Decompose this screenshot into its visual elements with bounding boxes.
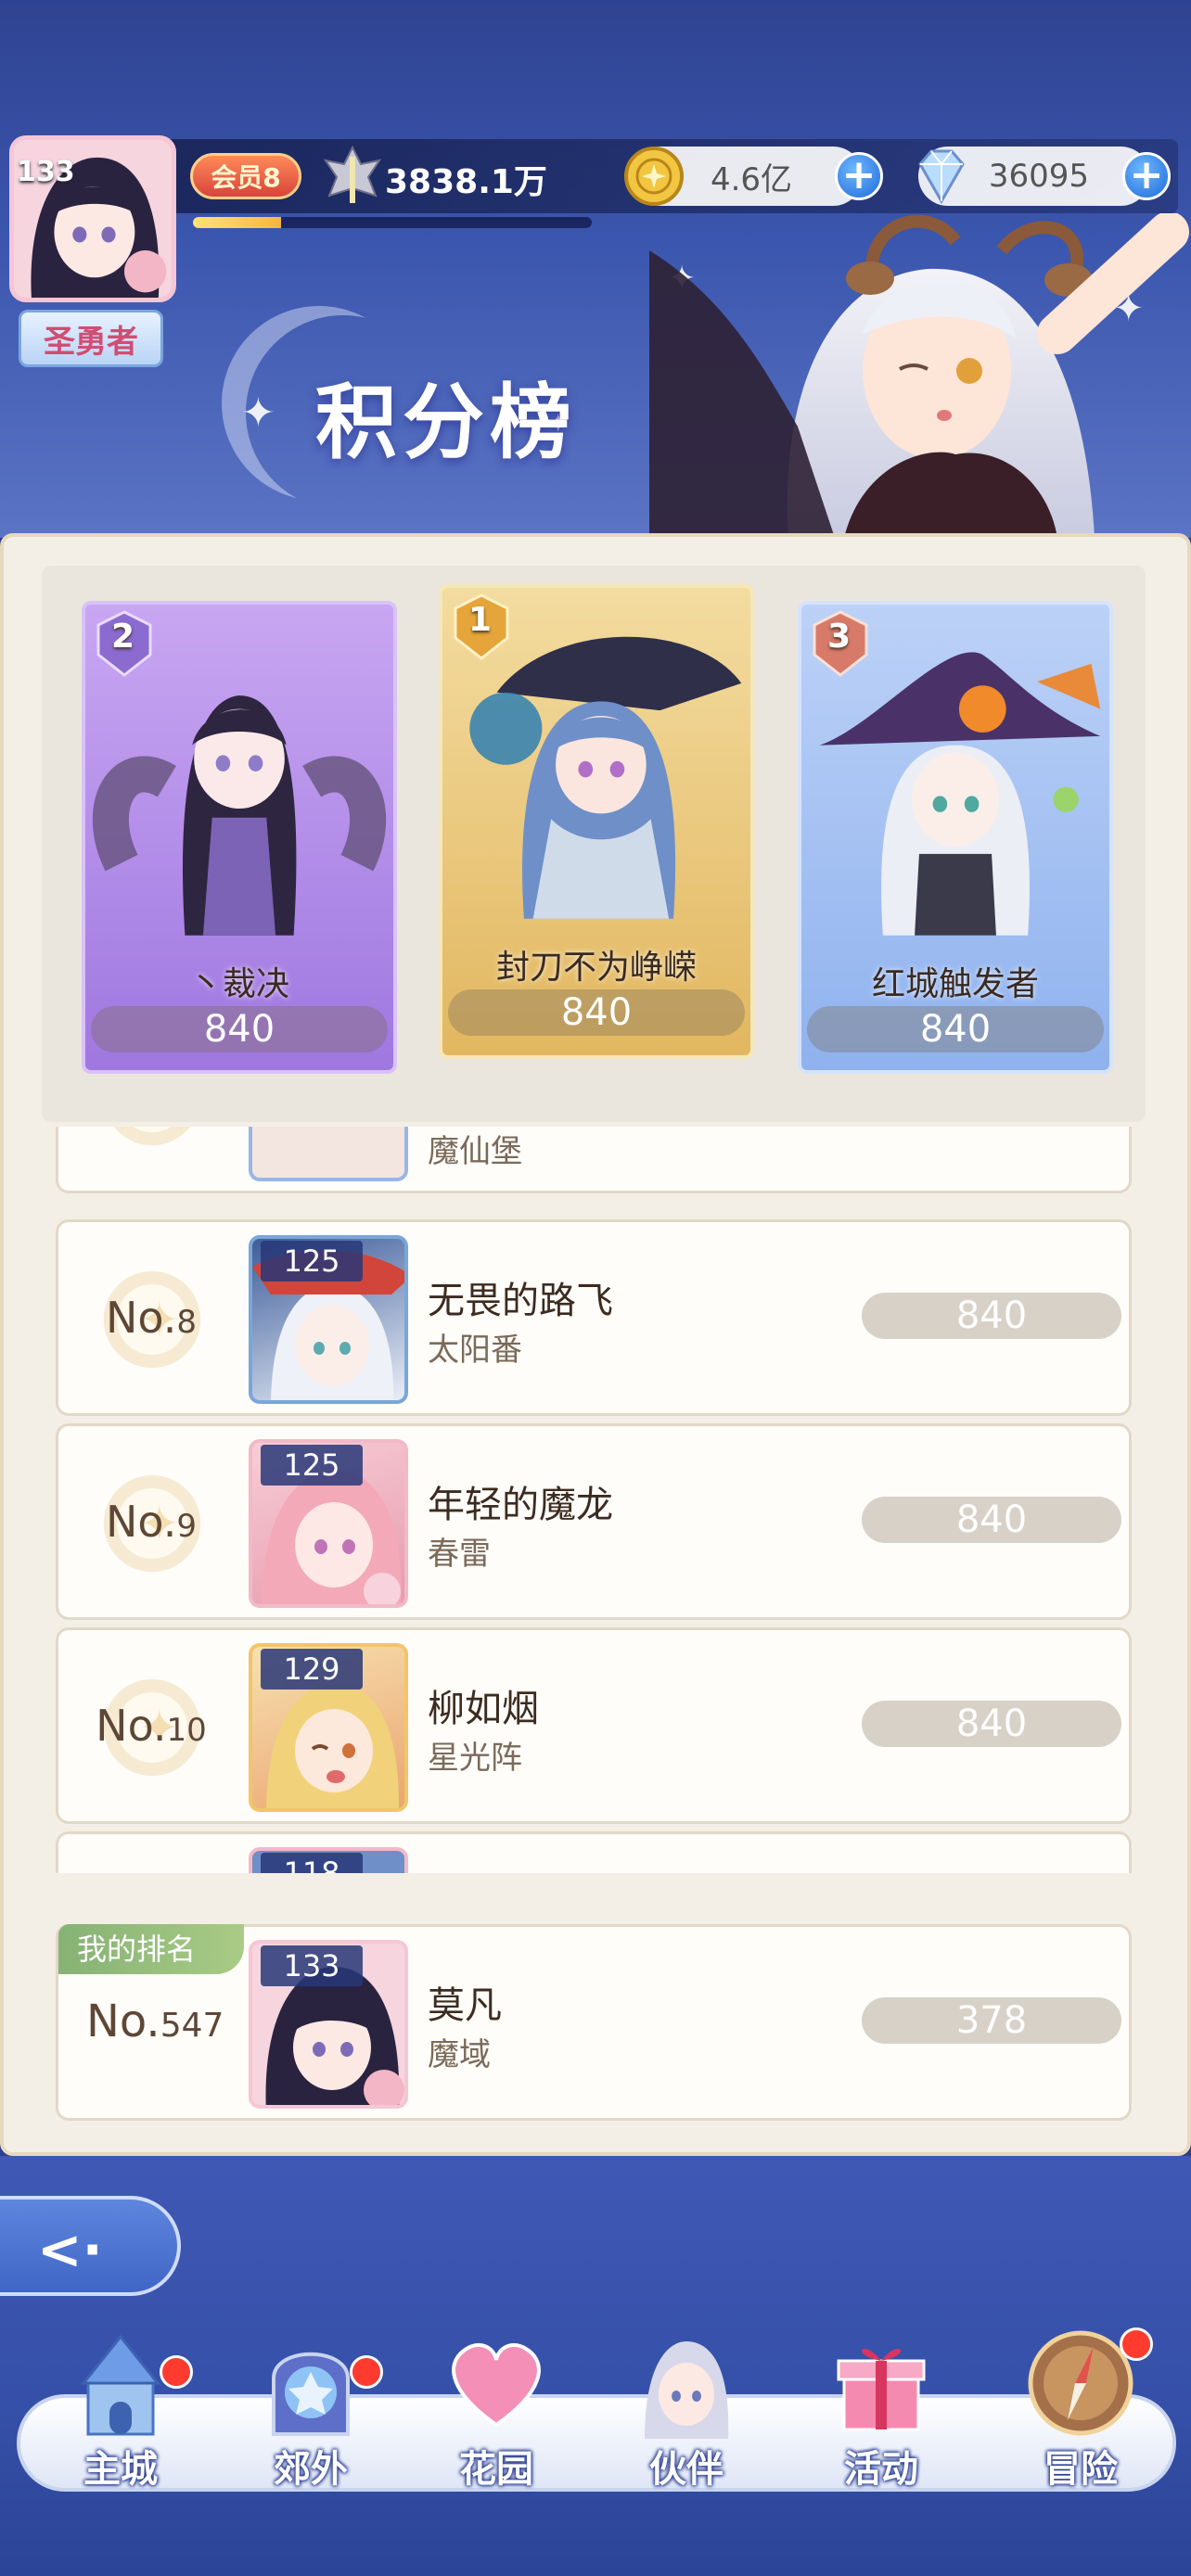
score-value: 840 (862, 1497, 1121, 1543)
player-level: 125 (261, 1241, 363, 1282)
nav-label: 伙伴 (649, 2448, 724, 2491)
player-level: 133 (261, 1945, 363, 1986)
player-character-art (469, 636, 742, 919)
player-level: 129 (261, 1649, 363, 1690)
list-item[interactable]: ✦ No.9 125 年轻的魔龙 春雷 840 (56, 1423, 1132, 1620)
add-gold-button[interactable]: + (835, 152, 883, 200)
gold-counter: 4.6亿 + (624, 147, 883, 206)
rank-label: No.8 (105, 1293, 197, 1343)
player-name: 莫凡 (428, 1984, 502, 2027)
server-name: 春雷 (428, 1536, 491, 1573)
player-name: 红城触发者 (871, 965, 1039, 1003)
player-level: 125 (261, 1445, 363, 1486)
back-arrow-icon: <· (37, 2218, 103, 2281)
header-banner: ✦ ✦ ✦ ✦ 积分榜 (0, 0, 1191, 538)
notification-badge (350, 2355, 383, 2389)
my-rank-row[interactable]: 我的排名 No.547 133 莫凡 魔域 378 (56, 1924, 1132, 2121)
rank-label: No.547 (86, 1996, 224, 2047)
player-avatar (249, 1127, 408, 1181)
top-rank-card-3[interactable]: 3 红城触发者 840 (798, 601, 1113, 1074)
player-name: 无畏的路飞 (428, 1280, 613, 1322)
player-name: 年轻的魔龙 (428, 1484, 613, 1526)
top-rank-card-2[interactable]: 2 丶裁决 840 (82, 601, 397, 1074)
top-rank-card-1[interactable]: 1 封刀不为峥嵘 840 (439, 584, 754, 1059)
player-character-art (92, 695, 387, 936)
portal-icon (272, 2352, 350, 2436)
rank-medal-icon (97, 1127, 207, 1152)
ranking-list[interactable]: 魔仙堡 ✦ No.8 125 无畏的路飞 太阳番 840 ✦ No.9 125 … (56, 1127, 1132, 1873)
nav-item-events[interactable]: 活动 (798, 2327, 965, 2504)
page-title: 积分榜 (315, 374, 578, 470)
companion-icon (645, 2341, 729, 2439)
nav-item-companion[interactable]: 伙伴 (603, 2327, 770, 2504)
list-item[interactable]: ✦ No.8 125 无畏的路飞 太阳番 840 (56, 1219, 1132, 1416)
score-value: 840 (91, 1006, 388, 1052)
back-button[interactable]: <· (0, 2196, 181, 2296)
player-title-badge[interactable]: 圣勇者 (19, 310, 163, 367)
rank-label: No.9 (105, 1497, 197, 1547)
notification-badge (160, 2355, 193, 2389)
event-character-art (649, 213, 1189, 538)
vip-badge[interactable]: 会员8 (190, 153, 301, 199)
score-value: 840 (862, 1293, 1121, 1339)
rank-label: No.10 (96, 1701, 207, 1751)
server-name: 魔仙堡 (428, 1133, 522, 1170)
combat-power-icon (323, 145, 382, 203)
player-name: 柳如烟 (428, 1688, 539, 1730)
score-value: 840 (807, 1006, 1104, 1052)
star-icon: ✦ (241, 389, 275, 437)
heart-icon (452, 2343, 541, 2428)
player-character-art (819, 652, 1101, 936)
diamond-counter: 36095 + (918, 147, 1171, 206)
gold-coin-icon (624, 147, 684, 206)
nav-item-garden[interactable]: 花园 (413, 2327, 580, 2504)
list-item[interactable]: 118 (56, 1831, 1132, 1873)
player-name: 丶裁决 (188, 965, 289, 1003)
nav-label: 活动 (844, 2448, 918, 2491)
my-rank-tag: 我的排名 (58, 1924, 244, 1974)
combat-power-value: 3838.1万 (385, 163, 547, 201)
nav-label: 花园 (459, 2448, 533, 2491)
nav-item-adventure[interactable]: 冒险 (997, 2327, 1164, 2504)
experience-bar-fill (193, 217, 281, 228)
score-value: 840 (862, 1701, 1121, 1747)
nav-label: 主城 (83, 2448, 158, 2491)
diamond-icon (918, 149, 965, 205)
server-name: 星光阵 (428, 1740, 522, 1777)
notification-badge (1120, 2327, 1153, 2361)
nav-item-outskirts[interactable]: 郊外 (227, 2327, 394, 2504)
server-name: 魔域 (428, 2036, 491, 2073)
nav-label: 郊外 (274, 2448, 348, 2491)
player-level: 118 (261, 1853, 363, 1873)
server-name: 太阳番 (428, 1332, 522, 1369)
list-item[interactable]: ✦ No.10 129 柳如烟 星光阵 840 (56, 1627, 1132, 1824)
add-diamond-button[interactable]: + (1122, 152, 1171, 200)
player-name: 封刀不为峥嵘 (495, 949, 697, 987)
score-value: 378 (862, 1997, 1121, 2044)
list-item[interactable]: 魔仙堡 (56, 1127, 1132, 1193)
nav-item-main-city[interactable]: 主城 (37, 2327, 204, 2504)
score-value: 840 (448, 989, 745, 1036)
experience-bar (193, 217, 592, 228)
nav-label: 冒险 (1044, 2448, 1118, 2491)
gift-icon (837, 2348, 926, 2431)
castle-icon (80, 2334, 161, 2436)
player-level: 133 (17, 156, 75, 188)
